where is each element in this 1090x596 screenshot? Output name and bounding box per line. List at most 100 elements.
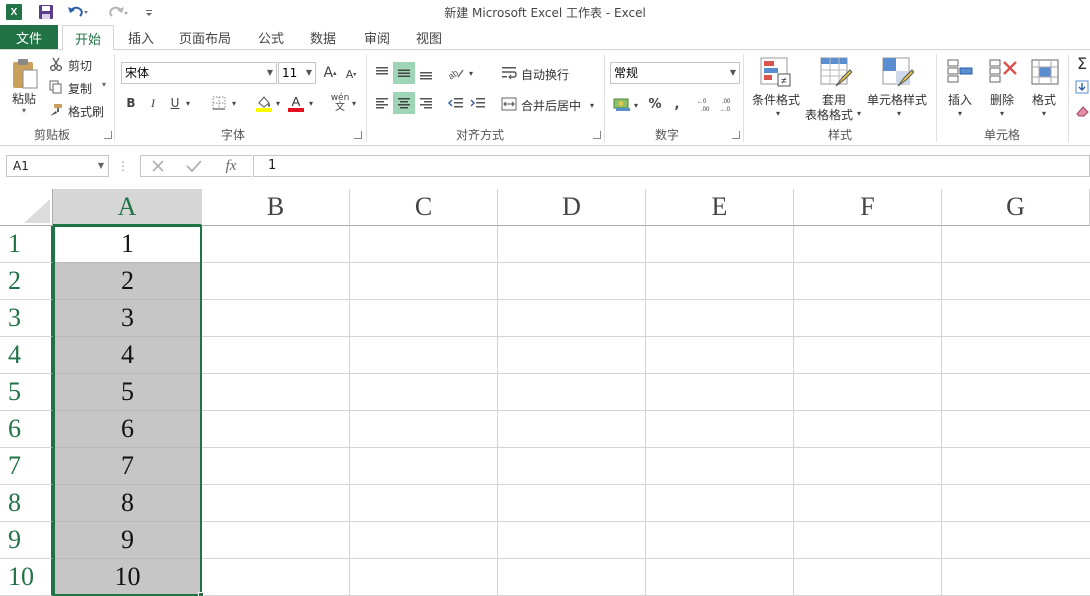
copy-dropdown-icon[interactable]: ▾ — [102, 80, 106, 89]
fill-color-dropdown-icon[interactable]: ▾ — [274, 96, 282, 110]
column-header-f[interactable]: F — [794, 189, 942, 226]
row-header-1[interactable]: 1 — [0, 226, 53, 263]
borders-dropdown-icon[interactable]: ▾ — [230, 96, 238, 110]
cell-a10[interactable]: 10 — [53, 559, 202, 596]
alignment-launcher-icon[interactable] — [593, 131, 601, 139]
align-right-icon[interactable] — [416, 92, 436, 114]
font-color-icon[interactable]: A — [287, 94, 305, 112]
fill-icon[interactable] — [1074, 78, 1090, 96]
align-center-icon[interactable] — [393, 92, 415, 114]
number-launcher-icon[interactable] — [732, 131, 740, 139]
align-middle-icon[interactable] — [393, 62, 415, 84]
bold-button[interactable]: B — [124, 94, 138, 112]
copy-button[interactable]: 复制 — [68, 80, 92, 97]
cell-styles-button[interactable]: 单元格样式 — [867, 91, 927, 108]
orientation-icon[interactable]: ab — [446, 62, 466, 84]
row-header-3[interactable]: 3 — [0, 300, 53, 337]
tab-home[interactable]: 开始 — [62, 25, 114, 50]
clear-icon[interactable] — [1074, 102, 1090, 120]
column-header-d[interactable]: D — [498, 189, 646, 226]
orientation-dropdown-icon[interactable]: ▾ — [467, 66, 475, 80]
row-header-2[interactable]: 2 — [0, 263, 53, 300]
format-cells-button[interactable]: 格式 — [1032, 91, 1056, 108]
increase-indent-icon[interactable] — [468, 92, 488, 114]
cell-a1[interactable]: 1 — [53, 226, 202, 263]
paste-button[interactable]: 粘贴 — [12, 90, 36, 107]
fill-handle[interactable] — [198, 592, 204, 596]
percent-button[interactable]: % — [646, 94, 664, 114]
formula-input[interactable]: 1 — [253, 155, 1090, 177]
number-format-select[interactable]: 常规 ▼ — [610, 62, 740, 84]
font-launcher-icon[interactable] — [354, 131, 362, 139]
font-name-select[interactable]: 宋体 ▼ — [121, 62, 277, 84]
autosum-icon[interactable]: Σ — [1074, 54, 1090, 73]
cancel-icon[interactable] — [147, 157, 169, 175]
cut-button[interactable]: 剪切 — [68, 57, 92, 74]
select-all-corner[interactable] — [0, 189, 53, 226]
currency-icon[interactable] — [612, 94, 632, 114]
paste-icon[interactable] — [10, 58, 40, 93]
row-header-4[interactable]: 4 — [0, 337, 53, 374]
name-box[interactable]: A1 ▼ — [6, 155, 109, 177]
clipboard-launcher-icon[interactable] — [104, 131, 112, 139]
phonetic-dropdown-icon[interactable]: ▾ — [350, 96, 358, 110]
column-header-g[interactable]: G — [942, 189, 1090, 226]
tab-formulas[interactable]: 公式 — [248, 25, 294, 49]
tab-insert[interactable]: 插入 — [118, 25, 164, 49]
font-size-select[interactable]: 11 ▼ — [278, 62, 316, 84]
fill-color-icon[interactable] — [254, 94, 274, 112]
align-top-icon[interactable] — [372, 62, 392, 84]
decrease-decimal-icon[interactable]: .00 →.0 — [718, 94, 738, 114]
insert-function-button[interactable]: fx — [219, 157, 243, 175]
cell-a2[interactable]: 2 — [53, 263, 202, 300]
delete-cells-button[interactable]: 删除 — [990, 91, 1014, 108]
row-header-10[interactable]: 10 — [0, 559, 53, 596]
enter-icon[interactable] — [183, 157, 205, 175]
tab-view[interactable]: 视图 — [406, 25, 452, 49]
cell-a8[interactable]: 8 — [53, 485, 202, 522]
format-as-table-button[interactable]: 表格格式 — [805, 106, 853, 123]
insert-cells-button[interactable]: 插入 — [948, 91, 972, 108]
cell-a7[interactable]: 7 — [53, 448, 202, 485]
phonetic-guide-button[interactable]: wén 文 — [330, 92, 350, 114]
wrap-text-button[interactable]: 自动换行 — [521, 66, 569, 83]
merge-center-button[interactable]: 合并后居中 — [521, 97, 581, 114]
paste-dropdown-icon[interactable]: ▾ — [22, 106, 26, 115]
row-header-7[interactable]: 7 — [0, 448, 53, 485]
align-left-icon[interactable] — [372, 92, 392, 114]
increase-font-size-icon[interactable]: A ▴ — [322, 64, 338, 82]
tab-data[interactable]: 数据 — [300, 25, 346, 49]
format-table-dropdown-icon[interactable]: ▾ — [855, 108, 863, 118]
cell-a5[interactable]: 5 — [53, 374, 202, 411]
cell-a3[interactable]: 3 — [53, 300, 202, 337]
column-header-a[interactable]: A — [53, 189, 202, 226]
tab-review[interactable]: 审阅 — [354, 25, 400, 49]
comma-style-button[interactable]: , — [670, 94, 684, 114]
cell-a6[interactable]: 6 — [53, 411, 202, 448]
insert-dropdown-icon[interactable]: ▾ — [956, 108, 964, 118]
decrease-indent-icon[interactable] — [446, 92, 466, 114]
increase-decimal-icon[interactable]: ←0.00 — [696, 94, 716, 114]
tab-file[interactable]: 文件 — [0, 25, 58, 49]
italic-button[interactable]: I — [146, 94, 160, 112]
format-painter-button[interactable]: 格式刷 — [68, 103, 104, 120]
delete-dropdown-icon[interactable]: ▾ — [998, 108, 1006, 118]
row-header-6[interactable]: 6 — [0, 411, 53, 448]
underline-button[interactable]: U — [168, 94, 182, 112]
conditional-dropdown-icon[interactable]: ▾ — [774, 108, 782, 118]
borders-icon[interactable] — [210, 95, 228, 111]
underline-dropdown-icon[interactable]: ▾ — [184, 96, 192, 110]
column-header-c[interactable]: C — [350, 189, 498, 226]
column-header-e[interactable]: E — [646, 189, 794, 226]
column-header-b[interactable]: B — [202, 189, 350, 226]
currency-dropdown-icon[interactable]: ▾ — [632, 98, 640, 112]
cell-styles-dropdown-icon[interactable]: ▾ — [895, 108, 903, 118]
decrease-font-size-icon[interactable]: A ▾ — [343, 66, 359, 82]
conditional-formatting-button[interactable]: 条件格式 — [752, 91, 800, 108]
row-header-5[interactable]: 5 — [0, 374, 53, 411]
align-bottom-icon[interactable] — [416, 62, 436, 84]
merge-dropdown-icon[interactable]: ▾ — [588, 98, 596, 112]
font-color-dropdown-icon[interactable]: ▾ — [307, 96, 315, 110]
format-dropdown-icon[interactable]: ▾ — [1040, 108, 1048, 118]
row-header-9[interactable]: 9 — [0, 522, 53, 559]
